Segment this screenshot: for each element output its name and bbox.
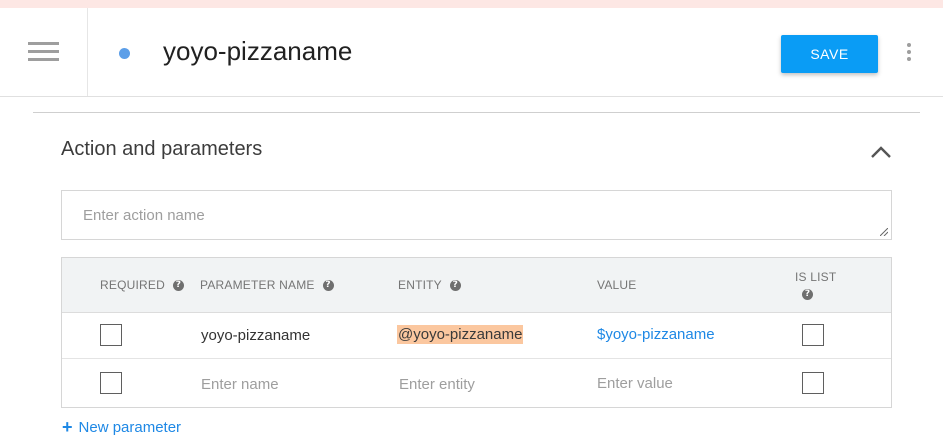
action-name-field[interactable] xyxy=(61,190,892,240)
action-name-input[interactable] xyxy=(62,191,891,239)
help-icon[interactable]: ? xyxy=(449,279,461,291)
required-checkbox[interactable] xyxy=(100,372,122,394)
table-row: yoyo-pizzaname @yoyo-pizzaname $yoyo-piz… xyxy=(62,313,891,359)
resize-handle-icon[interactable] xyxy=(880,228,888,236)
top-notification-strip xyxy=(0,0,943,8)
parameter-name-cell[interactable]: yoyo-pizzaname xyxy=(201,327,310,344)
table-row-new xyxy=(62,359,891,407)
header-entity: ENTITY ? xyxy=(398,278,461,292)
plus-icon: + xyxy=(62,417,73,437)
header-value: VALUE xyxy=(597,278,636,292)
intent-header: yoyo-pizzaname SAVE xyxy=(0,8,943,97)
header-required-label: REQUIRED xyxy=(100,278,165,292)
section-divider xyxy=(33,112,920,113)
header-divider xyxy=(87,8,88,96)
parameters-table: REQUIRED ? PARAMETER NAME ? ENTITY ? VAL… xyxy=(61,257,892,408)
status-dot-icon xyxy=(119,48,130,59)
save-button[interactable]: SAVE xyxy=(781,35,878,73)
required-checkbox[interactable] xyxy=(100,324,122,346)
more-vert-icon[interactable] xyxy=(900,42,918,62)
help-icon[interactable]: ? xyxy=(172,279,184,291)
header-value-label: VALUE xyxy=(597,278,637,292)
chevron-up-icon[interactable] xyxy=(870,144,892,160)
header-parameter-name: PARAMETER NAME ? xyxy=(200,278,334,292)
value-input[interactable] xyxy=(597,372,767,394)
header-entity-label: ENTITY xyxy=(398,278,442,292)
header-is-list: IS LIST xyxy=(795,270,836,284)
new-parameter-link[interactable]: + New parameter xyxy=(62,418,181,436)
table-header-row: REQUIRED ? PARAMETER NAME ? ENTITY ? VAL… xyxy=(62,258,891,313)
header-required: REQUIRED ? xyxy=(100,278,184,292)
parameter-name-input[interactable] xyxy=(201,373,371,395)
header-parameter-name-label: PARAMETER NAME xyxy=(200,278,315,292)
help-icon[interactable]: ? xyxy=(322,279,334,291)
help-icon[interactable]: ? xyxy=(802,289,813,300)
header-is-list-label: IS LIST xyxy=(795,270,837,284)
is-list-checkbox[interactable] xyxy=(802,324,824,346)
intent-name-title[interactable]: yoyo-pizzaname xyxy=(163,36,352,67)
menu-icon[interactable] xyxy=(28,42,59,62)
entity-cell[interactable]: @yoyo-pizzaname xyxy=(397,325,524,344)
is-list-checkbox[interactable] xyxy=(802,372,824,394)
value-cell[interactable]: $yoyo-pizzaname xyxy=(597,326,715,343)
entity-input[interactable] xyxy=(399,373,569,395)
section-title: Action and parameters xyxy=(61,138,263,160)
new-parameter-label: New parameter xyxy=(78,418,182,436)
